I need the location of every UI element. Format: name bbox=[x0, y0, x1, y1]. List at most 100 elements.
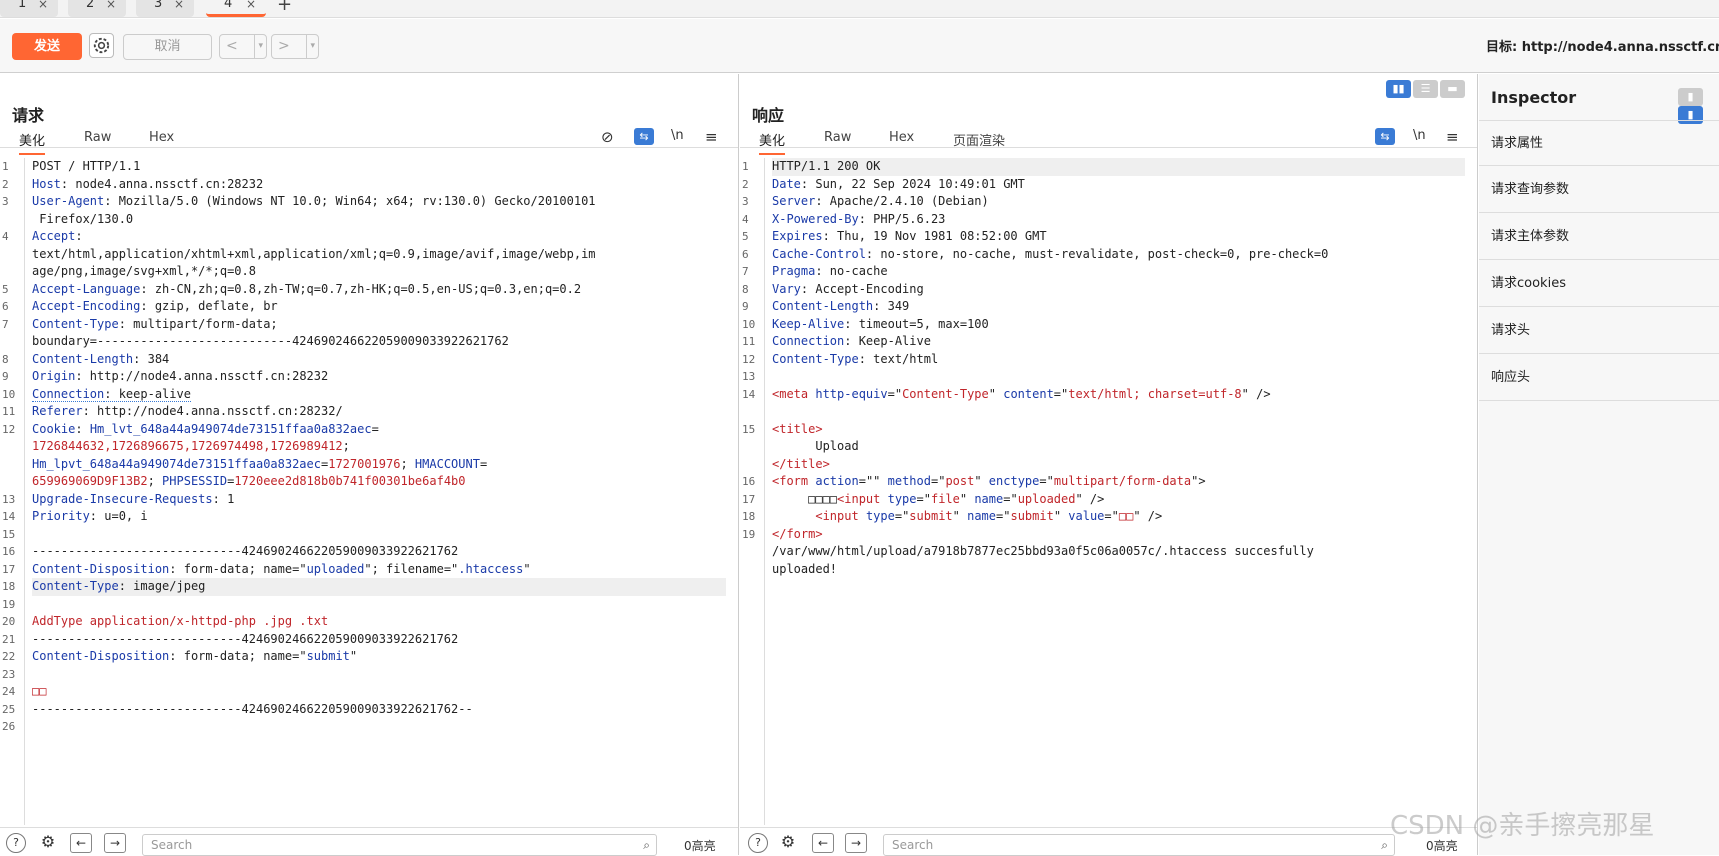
code-line[interactable]: □□ bbox=[32, 683, 726, 701]
forward-arrow-icon[interactable]: → bbox=[845, 833, 867, 853]
response-code[interactable]: HTTP/1.1 200 OK Date: Sun, 22 Sep 2024 10… bbox=[772, 158, 1465, 578]
code-line[interactable]: Server: Apache/2.4.10 (Debian) bbox=[772, 193, 1465, 211]
help-icon[interactable]: ? bbox=[6, 833, 26, 853]
tab-close-icon[interactable]: × bbox=[246, 0, 256, 14]
code-line[interactable]: Content-Disposition: form-data; name="su… bbox=[32, 648, 726, 666]
inspector-item-request-headers[interactable]: 请求头 bbox=[1479, 308, 1719, 354]
code-line[interactable]: Content-Type: image/jpeg bbox=[32, 578, 726, 596]
tab-close-icon[interactable]: × bbox=[106, 0, 116, 14]
code-line[interactable]: Cache-Control: no-store, no-cache, must-… bbox=[772, 246, 1465, 264]
code-line[interactable]: Content-Length: 384 bbox=[32, 351, 726, 369]
code-line[interactable] bbox=[772, 368, 1465, 386]
back-arrow-icon[interactable]: ← bbox=[70, 833, 92, 853]
search-input[interactable]: Search ⌕ bbox=[883, 834, 1395, 856]
layout-single-icon[interactable]: ▬ bbox=[1440, 80, 1465, 98]
code-line[interactable]: Content-Type: multipart/form-data; bbox=[32, 316, 726, 334]
code-line[interactable]: HTTP/1.1 200 OK bbox=[772, 158, 1465, 176]
code-line[interactable]: User-Agent: Mozilla/5.0 (Windows NT 10.0… bbox=[32, 193, 726, 211]
tab-2[interactable]: 2 × bbox=[68, 0, 126, 17]
inspector-item-cookies[interactable]: 请求cookies bbox=[1479, 261, 1719, 307]
code-line[interactable]: Content-Disposition: form-data; name="up… bbox=[32, 561, 726, 579]
back-button[interactable]: < ▾ bbox=[219, 34, 267, 59]
back-arrow-icon[interactable]: ← bbox=[812, 833, 834, 853]
settings-button[interactable] bbox=[89, 33, 114, 58]
code-line[interactable]: Cookie: Hm_lvt_648a44a949074de73151ffaa0… bbox=[32, 421, 726, 439]
code-line[interactable]: □□□□<input type="file" name="uploaded" /… bbox=[772, 491, 1465, 509]
code-line[interactable]: AddType application/x-httpd-php .jpg .tx… bbox=[32, 613, 726, 631]
code-line[interactable] bbox=[32, 596, 726, 614]
tab-pretty[interactable]: 美化 bbox=[19, 130, 46, 155]
gear-icon[interactable]: ⚙ bbox=[38, 833, 58, 853]
inspector-item-request-attributes[interactable]: 请求属性 bbox=[1479, 120, 1719, 166]
code-line[interactable]: Upgrade-Insecure-Requests: 1 bbox=[32, 491, 726, 509]
code-line[interactable]: <meta http-equiv="Content-Type" content=… bbox=[772, 386, 1465, 404]
code-line[interactable]: Upload bbox=[772, 438, 1465, 456]
request-editor[interactable]: 1 2 3 4 5 6 7 8 9 10 11 12 13 14 15 16 17 18 19 20 21 22 23 24 2… bbox=[0, 158, 738, 825]
code-line[interactable]: X-Powered-By: PHP/5.6.23 bbox=[772, 211, 1465, 229]
tab-render[interactable]: 页面渲染 bbox=[953, 130, 1005, 149]
code-line[interactable] bbox=[32, 666, 726, 684]
tab-hex[interactable]: Hex bbox=[149, 130, 174, 145]
code-line[interactable] bbox=[32, 718, 726, 736]
code-line[interactable]: -----------------------------42469024662… bbox=[32, 631, 726, 649]
chevron-down-icon[interactable]: ▾ bbox=[306, 35, 315, 58]
code-line[interactable]: age/png,image/svg+xml,*/*;q=0.8 bbox=[32, 263, 726, 281]
code-line[interactable]: Connection: Keep-Alive bbox=[772, 333, 1465, 351]
code-line[interactable] bbox=[772, 403, 1465, 421]
layout-rows-icon[interactable]: ☰ bbox=[1413, 80, 1438, 98]
code-line[interactable]: boundary=---------------------------4246… bbox=[32, 333, 726, 351]
cancel-button[interactable]: 取消 bbox=[123, 34, 212, 60]
layout-split-icon[interactable]: ▮▮ bbox=[1386, 80, 1411, 98]
code-line[interactable]: </form> bbox=[772, 526, 1465, 544]
forward-arrow-icon[interactable]: → bbox=[104, 833, 126, 853]
request-code[interactable]: POST / HTTP/1.1 Host: node4.anna.nssctf.c… bbox=[32, 158, 726, 736]
inspector-item-response-headers[interactable]: 响应头 bbox=[1479, 355, 1719, 401]
tab-raw[interactable]: Raw bbox=[824, 130, 851, 145]
code-line[interactable]: Hm_lpvt_648a44a949074de73151ffaa0a832aec… bbox=[32, 456, 726, 474]
tab-pretty[interactable]: 美化 bbox=[759, 130, 786, 155]
code-line[interactable]: Priority: u=0, i bbox=[32, 508, 726, 526]
code-line[interactable]: Accept-Encoding: gzip, deflate, br bbox=[32, 298, 726, 316]
code-line[interactable]: Firefox/130.0 bbox=[32, 211, 726, 229]
code-line[interactable]: Origin: http://node4.anna.nssctf.cn:2823… bbox=[32, 368, 726, 386]
inspector-layout-icon[interactable]: ▮ bbox=[1678, 88, 1703, 106]
tab-3[interactable]: 3 × bbox=[136, 0, 194, 17]
code-line[interactable]: text/html,application/xhtml+xml,applicat… bbox=[32, 246, 726, 264]
code-line[interactable]: <title> bbox=[772, 421, 1465, 439]
code-line[interactable]: Referer: http://node4.anna.nssctf.cn:282… bbox=[32, 403, 726, 421]
code-line[interactable]: -----------------------------42469024662… bbox=[32, 701, 726, 719]
code-line[interactable]: Keep-Alive: timeout=5, max=100 bbox=[772, 316, 1465, 334]
code-line[interactable]: Connection: keep-alive bbox=[32, 386, 726, 404]
newline-toggle[interactable]: \n bbox=[1413, 128, 1426, 143]
code-line[interactable]: Host: node4.anna.nssctf.cn:28232 bbox=[32, 176, 726, 194]
code-line[interactable]: Date: Sun, 22 Sep 2024 10:49:01 GMT bbox=[772, 176, 1465, 194]
chevron-down-icon[interactable]: ▾ bbox=[254, 35, 263, 58]
menu-icon[interactable]: ≡ bbox=[1446, 128, 1459, 146]
forward-button[interactable]: > ▾ bbox=[271, 34, 319, 59]
code-line[interactable]: -----------------------------42469024662… bbox=[32, 543, 726, 561]
send-button[interactable]: 发送 bbox=[12, 33, 82, 60]
code-line[interactable]: 1726844632,1726896675,1726974498,1726989… bbox=[32, 438, 726, 456]
code-line[interactable]: POST / HTTP/1.1 bbox=[32, 158, 726, 176]
code-line[interactable]: Accept: bbox=[32, 228, 726, 246]
wrap-toggle[interactable]: ⇆ bbox=[1375, 128, 1395, 145]
menu-icon[interactable]: ≡ bbox=[705, 128, 718, 146]
wrap-toggle[interactable]: ⇆ bbox=[634, 128, 654, 145]
code-line[interactable]: Content-Length: 349 bbox=[772, 298, 1465, 316]
code-line[interactable]: <form action="" method="post" enctype="m… bbox=[772, 473, 1465, 491]
add-tab-icon[interactable]: + bbox=[277, 0, 292, 15]
code-line[interactable]: </title> bbox=[772, 456, 1465, 474]
tab-close-icon[interactable]: × bbox=[174, 0, 184, 14]
inspector-item-query-params[interactable]: 请求查询参数 bbox=[1479, 167, 1719, 213]
tab-4[interactable]: 4 × bbox=[206, 0, 266, 17]
search-input[interactable]: Search ⌕ bbox=[142, 834, 657, 856]
code-line[interactable] bbox=[32, 526, 726, 544]
inspector-item-body-params[interactable]: 请求主体参数 bbox=[1479, 214, 1719, 260]
code-line[interactable]: <input type="submit" name="submit" value… bbox=[772, 508, 1465, 526]
code-line[interactable]: Accept-Language: zh-CN,zh;q=0.8,zh-TW;q=… bbox=[32, 281, 726, 299]
tab-1[interactable]: 1 × bbox=[0, 0, 58, 17]
code-line[interactable]: Content-Type: text/html bbox=[772, 351, 1465, 369]
gear-icon[interactable]: ⚙ bbox=[778, 833, 798, 853]
help-icon[interactable]: ? bbox=[748, 833, 768, 853]
code-line[interactable]: Pragma: no-cache bbox=[772, 263, 1465, 281]
